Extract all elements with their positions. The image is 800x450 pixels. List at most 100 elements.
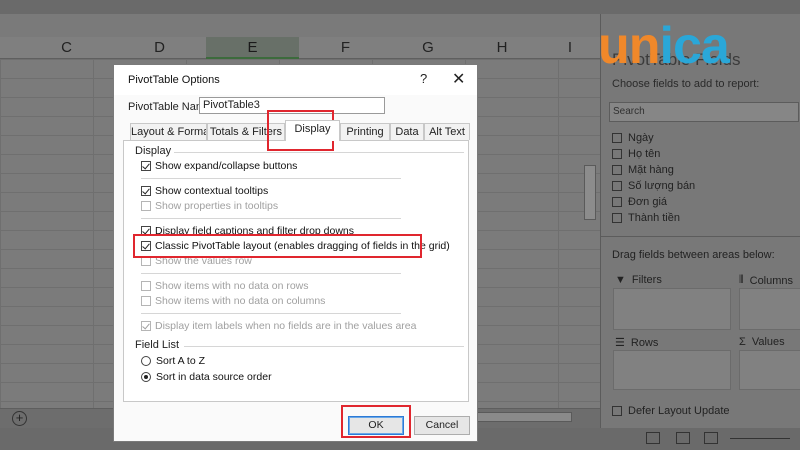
tab-printing[interactable]: Printing [340, 123, 390, 140]
rows-label: Rows [630, 336, 659, 349]
pane-divider[interactable] [601, 236, 800, 237]
option-show-contextual-tooltips[interactable]: Show contextual tooltips [141, 184, 268, 198]
tab-display[interactable]: Display [285, 120, 340, 141]
field-checkbox[interactable] [612, 213, 622, 223]
columns-icon: ⫴ [739, 274, 744, 286]
option-show-expand-collapse[interactable]: Show expand/collapse buttons [141, 159, 297, 173]
radio-sort-data-source-order[interactable]: Sort in data source order [141, 370, 272, 384]
checkbox[interactable] [141, 186, 151, 196]
checkbox[interactable] [141, 161, 151, 171]
field-label: Họ tên [628, 148, 661, 160]
logo-part-blue: ica [659, 17, 730, 75]
field-checkbox[interactable] [612, 197, 622, 207]
column-header-i[interactable]: I [540, 37, 600, 59]
columns-area-header: ⫴ Columns [739, 274, 793, 287]
highlight-ok-button [341, 405, 411, 438]
column-header-c[interactable]: C [20, 37, 113, 59]
field-item[interactable]: Ngày [612, 130, 695, 146]
radio-label: Sort A to Z [156, 355, 206, 367]
column-header-f[interactable]: F [299, 37, 392, 59]
field-label: Số lượng bán [628, 180, 696, 192]
field-item[interactable]: Mặt hàng [612, 162, 695, 178]
field-item[interactable]: Họ tên [612, 146, 695, 162]
radio-button[interactable] [141, 356, 151, 366]
tab-alt-text[interactable]: Alt Text [424, 123, 470, 140]
rows-area-header: ☰ Rows [615, 336, 659, 350]
dialog-title: PivotTable Options [128, 74, 220, 86]
radio-button[interactable] [141, 372, 151, 382]
column-header-g[interactable]: G [392, 37, 464, 59]
field-label: Mặt hàng [628, 164, 674, 176]
field-checkbox[interactable] [612, 181, 622, 191]
tab-data[interactable]: Data [390, 123, 424, 140]
column-header-e[interactable]: E [206, 37, 299, 59]
field-label: Đơn giá [628, 196, 668, 208]
field-label: Thành tiền [628, 212, 680, 224]
cancel-button[interactable]: Cancel [414, 416, 470, 435]
zoom-slider[interactable] [730, 438, 790, 439]
option-label: Show contextual tooltips [155, 185, 269, 197]
page-layout-view-icon[interactable] [676, 432, 690, 444]
field-item[interactable]: Số lượng bán [612, 178, 695, 194]
option-items-no-data-columns: Show items with no data on columns [141, 294, 325, 308]
values-drop-area[interactable] [739, 350, 800, 390]
defer-checkbox[interactable] [612, 406, 622, 416]
filters-drop-area[interactable] [613, 288, 731, 330]
option-items-no-data-rows: Show items with no data on rows [141, 279, 309, 293]
unica-logo: unica [598, 17, 730, 75]
checkbox [141, 201, 151, 211]
checkbox [141, 281, 151, 291]
drag-instructions: Drag fields between areas below: [612, 249, 775, 261]
field-list: Ngày Họ tên Mặt hàng Số lượng bán Đơn gi… [612, 130, 695, 226]
group-divider [141, 273, 401, 274]
field-list-section-title: Field List [135, 339, 180, 351]
pane-subtitle: Choose fields to add to report: [612, 78, 760, 90]
dialog-titlebar[interactable]: PivotTable Options ? ✕ [114, 65, 477, 95]
filter-icon: ▼ [615, 274, 626, 286]
field-search-input[interactable]: Search [609, 102, 799, 122]
radio-label: Sort in data source order [156, 371, 272, 383]
radio-sort-a-to-z[interactable]: Sort A to Z [141, 354, 205, 368]
field-item[interactable]: Thành tiền [612, 210, 695, 226]
pivottable-fields-pane: PivotTable Fields Choose fields to add t… [600, 14, 800, 428]
section-divider [174, 152, 464, 153]
display-tab-panel: Display Show expand/collapse buttons Sho… [123, 140, 469, 402]
group-divider [141, 218, 401, 219]
column-header-h[interactable]: H [464, 37, 540, 59]
field-label: Ngày [628, 132, 654, 144]
field-checkbox[interactable] [612, 149, 622, 159]
ribbon-strip [0, 0, 800, 14]
help-button[interactable]: ? [420, 71, 427, 86]
field-checkbox[interactable] [612, 133, 622, 143]
group-divider [141, 178, 401, 179]
normal-view-icon[interactable] [646, 432, 660, 444]
field-checkbox[interactable] [612, 165, 622, 175]
option-label: Show items with no data on columns [155, 295, 326, 307]
defer-layout-update[interactable]: Defer Layout Update [612, 405, 730, 417]
filters-area-header: ▼ Filters [615, 274, 662, 286]
field-item[interactable]: Đơn giá [612, 194, 695, 210]
column-header-d[interactable]: D [113, 37, 206, 59]
horizontal-scrollbar[interactable] [472, 412, 572, 422]
filters-label: Filters [631, 274, 662, 286]
vertical-scrollbar[interactable] [584, 165, 596, 220]
add-sheet-button[interactable]: + [12, 411, 27, 426]
defer-label: Defer Layout Update [628, 405, 730, 417]
option-label: Show items with no data on rows [155, 280, 309, 292]
option-label: Show properties in tooltips [155, 200, 279, 212]
column-headers: C D E F G H I [0, 37, 600, 59]
logo-part-orange: un [598, 17, 661, 75]
option-display-item-labels: Display item labels when no fields are i… [141, 319, 416, 333]
display-section-title: Display [135, 145, 172, 157]
columns-drop-area[interactable] [739, 288, 800, 330]
option-label: Display item labels when no fields are i… [155, 320, 417, 332]
rows-icon: ☰ [615, 337, 625, 349]
group-divider [141, 313, 401, 314]
page-break-view-icon[interactable] [704, 432, 718, 444]
option-show-properties-tooltips: Show properties in tooltips [141, 199, 278, 213]
columns-label: Columns [749, 274, 794, 287]
rows-drop-area[interactable] [613, 350, 731, 390]
tab-layout-format[interactable]: Layout & Format [130, 123, 207, 140]
values-area-header: Σ Values [739, 336, 785, 348]
close-icon[interactable]: ✕ [452, 69, 465, 89]
